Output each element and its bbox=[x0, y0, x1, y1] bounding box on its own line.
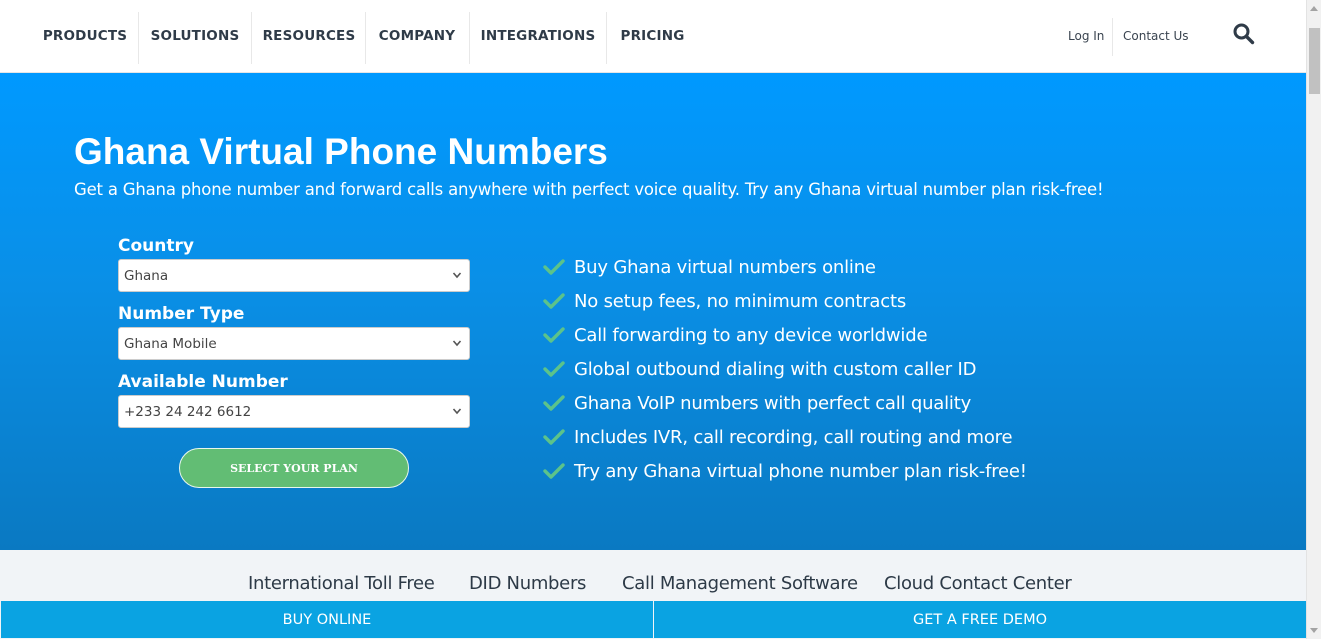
feature-text: Try any Ghana virtual phone number plan … bbox=[574, 460, 1027, 482]
nav-divider bbox=[251, 12, 252, 64]
feature-text: Global outbound dialing with custom call… bbox=[574, 358, 977, 380]
top-navigation: PRODUCTS SOLUTIONS RESOURCES COMPANY INT… bbox=[0, 0, 1306, 73]
product-link-contact-center[interactable]: Cloud Contact Center bbox=[884, 573, 1072, 594]
number-type-select-value: Ghana Mobile bbox=[124, 335, 217, 352]
available-number-label: Available Number bbox=[118, 372, 288, 392]
feature-text: Ghana VoIP numbers with perfect call qua… bbox=[574, 392, 972, 414]
number-type-label: Number Type bbox=[118, 304, 245, 324]
nav-solutions[interactable]: SOLUTIONS bbox=[142, 0, 248, 72]
contact-link[interactable]: Contact Us bbox=[1123, 0, 1189, 72]
nav-company[interactable]: COMPANY bbox=[368, 0, 466, 72]
page-title: Ghana Virtual Phone Numbers bbox=[74, 131, 608, 172]
feature-item: Includes IVR, call recording, call routi… bbox=[543, 425, 1013, 449]
buy-online-button[interactable]: BUY ONLINE bbox=[1, 601, 653, 638]
nav-resources[interactable]: RESOURCES bbox=[255, 0, 363, 72]
feature-text: Call forwarding to any device worldwide bbox=[574, 324, 928, 346]
country-select-value: Ghana bbox=[124, 267, 169, 284]
vertical-scrollbar[interactable] bbox=[1306, 0, 1321, 639]
feature-item: Try any Ghana virtual phone number plan … bbox=[543, 459, 1027, 483]
feature-item: No setup fees, no minimum contracts bbox=[543, 289, 906, 313]
feature-item: Global outbound dialing with custom call… bbox=[543, 357, 976, 381]
nav-divider bbox=[138, 12, 139, 64]
available-number-select[interactable]: +233 24 242 6612 bbox=[118, 395, 470, 428]
feature-item: Call forwarding to any device worldwide bbox=[543, 323, 928, 347]
country-select[interactable]: Ghana bbox=[118, 259, 470, 292]
login-link[interactable]: Log In bbox=[1068, 0, 1104, 72]
feature-item: Ghana VoIP numbers with perfect call qua… bbox=[543, 391, 971, 415]
nav-products[interactable]: PRODUCTS bbox=[36, 0, 134, 72]
feature-text: No setup fees, no minimum contracts bbox=[574, 290, 906, 312]
hero-subtitle: Get a Ghana phone number and forward cal… bbox=[74, 180, 1104, 199]
product-link-toll-free[interactable]: International Toll Free bbox=[248, 573, 435, 594]
search-icon[interactable] bbox=[1232, 22, 1256, 46]
chevron-down-icon bbox=[452, 408, 462, 415]
checkmark-icon bbox=[543, 395, 565, 411]
product-link-did[interactable]: DID Numbers bbox=[469, 573, 586, 594]
feature-item: Buy Ghana virtual numbers online bbox=[543, 255, 876, 279]
checkmark-icon bbox=[543, 259, 565, 275]
product-link-call-management[interactable]: Call Management Software bbox=[622, 573, 858, 594]
feature-text: Buy Ghana virtual numbers online bbox=[574, 256, 876, 278]
scroll-down-icon[interactable] bbox=[1310, 628, 1318, 633]
chevron-down-icon bbox=[452, 340, 462, 347]
nav-divider bbox=[606, 12, 607, 64]
feature-text: Includes IVR, call recording, call routi… bbox=[574, 426, 1013, 448]
checkmark-icon bbox=[543, 429, 565, 445]
nav-divider bbox=[365, 12, 366, 64]
nav-pricing[interactable]: PRICING bbox=[610, 0, 695, 72]
nav-divider bbox=[469, 12, 470, 64]
chevron-down-icon bbox=[452, 272, 462, 279]
nav-divider bbox=[1112, 18, 1113, 56]
nav-integrations[interactable]: INTEGRATIONS bbox=[472, 0, 604, 72]
scroll-up-icon[interactable] bbox=[1310, 6, 1318, 11]
checkmark-icon bbox=[543, 293, 565, 309]
scrollbar-thumb[interactable] bbox=[1309, 28, 1320, 94]
country-label: Country bbox=[118, 236, 194, 256]
checkmark-icon bbox=[543, 463, 565, 479]
checkmark-icon bbox=[543, 361, 565, 377]
number-type-select[interactable]: Ghana Mobile bbox=[118, 327, 470, 360]
select-plan-button[interactable]: SELECT YOUR PLAN bbox=[179, 448, 409, 488]
available-number-select-value: +233 24 242 6612 bbox=[124, 403, 252, 420]
hero-section: Ghana Virtual Phone Numbers Get a Ghana … bbox=[0, 73, 1306, 550]
free-demo-button[interactable]: GET A FREE DEMO bbox=[654, 601, 1306, 638]
checkmark-icon bbox=[543, 327, 565, 343]
